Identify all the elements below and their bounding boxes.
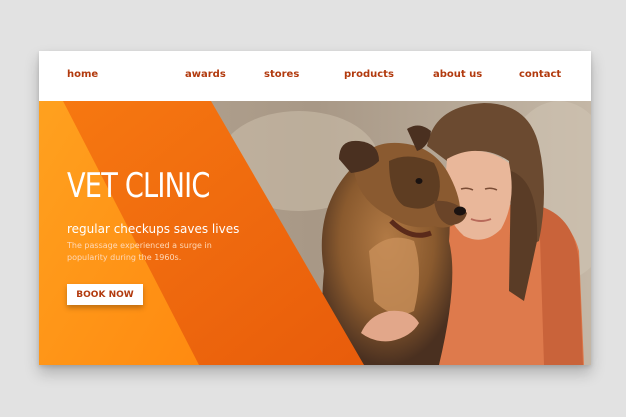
nav-link-contact[interactable]: contact xyxy=(519,69,561,80)
top-navigation: home awards stores products about us con… xyxy=(39,51,591,101)
hero-description: The passage experienced a surge in popul… xyxy=(67,241,212,262)
nav-link-home[interactable]: home xyxy=(67,69,98,80)
hero-title: VET CLINIC xyxy=(67,166,210,206)
nav-link-awards[interactable]: awards xyxy=(185,69,226,80)
nav-link-stores[interactable]: stores xyxy=(264,69,299,80)
book-now-button[interactable]: BOOK NOW xyxy=(67,284,143,305)
nav-link-products[interactable]: products xyxy=(344,69,394,80)
hero-banner: VET CLINIC regular checkups saves lives … xyxy=(39,101,591,365)
nav-link-about-us[interactable]: about us xyxy=(433,69,482,80)
hero-subtitle: regular checkups saves lives xyxy=(67,222,240,236)
landing-page-card: home awards stores products about us con… xyxy=(39,51,591,365)
